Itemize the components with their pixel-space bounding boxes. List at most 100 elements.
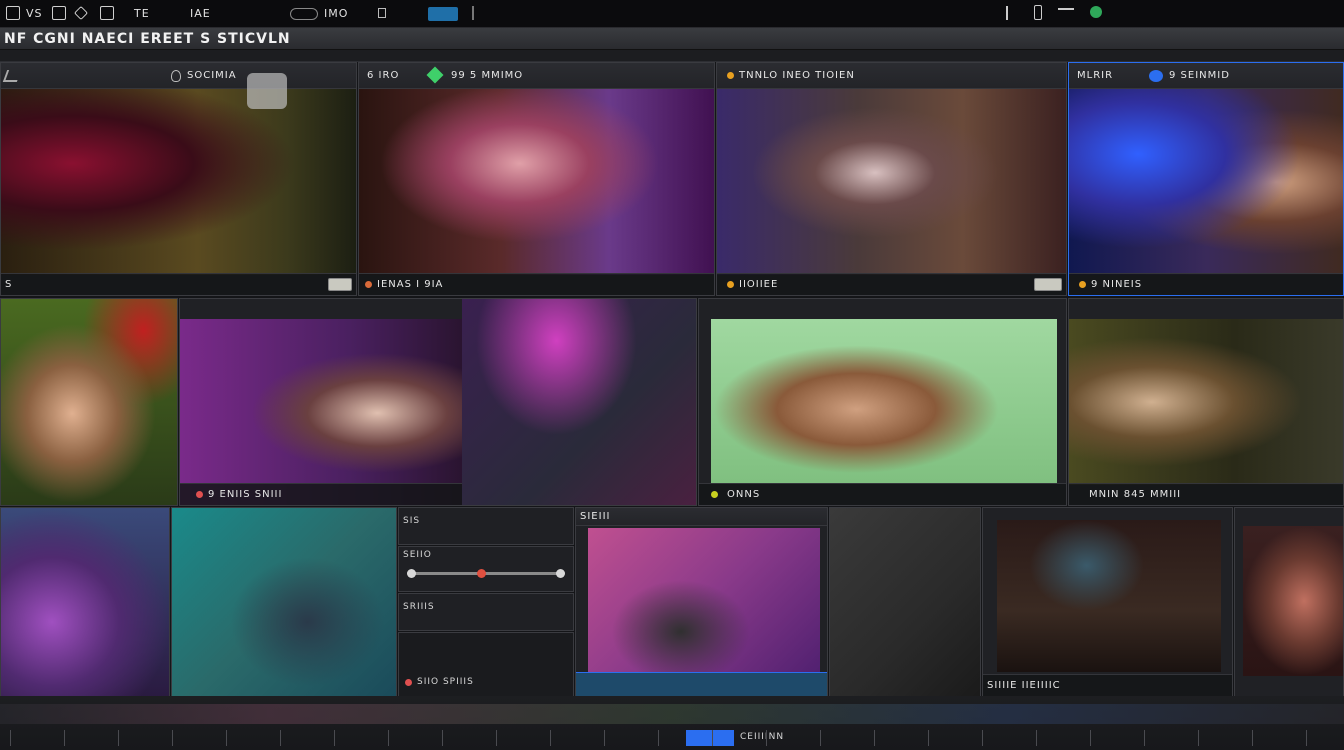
panel-footer: 9 NINEIS <box>1091 279 1143 290</box>
control-footer: SIIO SPIIIS <box>417 677 474 687</box>
menu-item[interactable]: VS <box>26 7 43 20</box>
app-title: NF CGNI NAECI EREET S STICVLN <box>4 31 291 47</box>
video-thumbnail <box>830 508 980 696</box>
status-dot <box>711 491 718 498</box>
video-panel-3[interactable]: TNNLO INEO TIOIEN IIOIIEE <box>716 62 1067 296</box>
video-thumbnail <box>1069 89 1343 275</box>
status-dot <box>727 281 734 288</box>
playhead[interactable] <box>686 730 734 746</box>
timeline-label: CEIIIINN <box>740 732 785 742</box>
panel-title: TNNLO INEO TIOIEN <box>739 70 855 81</box>
pin-icon[interactable] <box>52 6 66 20</box>
toggle-icon[interactable] <box>290 8 318 20</box>
video-panel-4[interactable]: MLRIR 9 SEINMID 9 NINEIS <box>1068 62 1344 296</box>
timeline-tick <box>820 730 821 746</box>
timeline-tick <box>64 730 65 746</box>
video-panel-5[interactable] <box>0 298 178 506</box>
panel-button[interactable] <box>1034 278 1062 291</box>
timeline-tick <box>334 730 335 746</box>
video-panel-13[interactable]: SIIIIE IIEIIIIC <box>982 507 1233 697</box>
phone-icon[interactable] <box>1034 5 1042 20</box>
control-label: SIS <box>403 516 421 526</box>
timeline-tick <box>712 730 713 746</box>
video-panel-6[interactable]: 9 ENIIS SNIII <box>179 298 697 506</box>
control-panel-2: SEIIO <box>398 546 574 592</box>
panel-title: 6 IRO <box>367 70 400 81</box>
logo-icon <box>2 70 22 82</box>
panel-footer: S <box>5 279 13 290</box>
panel-footer: MNIN 845 MMIII <box>1089 489 1182 500</box>
control-label: SRIIIS <box>403 602 435 612</box>
panel-footer: 9 ENIIS SNIII <box>208 489 283 500</box>
menu-item[interactable]: IAE <box>190 7 211 20</box>
timeline-tick <box>658 730 659 746</box>
timeline-tick <box>280 730 281 746</box>
panel-button[interactable] <box>328 278 352 291</box>
video-panel-10[interactable] <box>171 507 397 697</box>
slider-start-handle[interactable] <box>407 569 416 578</box>
video-thumbnail <box>1243 526 1343 676</box>
panel-title: MLRIR <box>1077 70 1114 81</box>
globe-icon <box>1149 70 1163 82</box>
video-thumbnail <box>172 508 396 696</box>
menu-item[interactable]: IMO <box>324 7 348 20</box>
square-icon[interactable] <box>378 8 386 18</box>
timeline-tick <box>172 730 173 746</box>
video-panel-8[interactable]: MNIN 845 MMIII <box>1068 298 1344 506</box>
video-panel-14[interactable] <box>1234 507 1344 697</box>
timeline-tick <box>928 730 929 746</box>
menu-bar: VS TE IAE IMO <box>0 0 1344 28</box>
timeline-tick <box>442 730 443 746</box>
slider-end-handle[interactable] <box>556 569 565 578</box>
video-overlay <box>462 299 696 505</box>
gear-icon[interactable] <box>1090 6 1102 18</box>
timeline-tick <box>550 730 551 746</box>
panel-subtitle: 9 SEINMID <box>1169 70 1230 81</box>
title-bar: NF CGNI NAECI EREET S STICVLN <box>0 28 1344 50</box>
video-panel-7[interactable]: ONNS <box>698 298 1067 506</box>
cursor-overlay <box>247 73 287 109</box>
bar-icon[interactable] <box>1058 8 1074 16</box>
diamond-icon <box>426 66 444 84</box>
flag-icon[interactable] <box>1006 6 1016 20</box>
video-panel-9[interactable] <box>0 507 170 697</box>
panel-title: SOCIMIA <box>187 70 237 81</box>
blue-tab[interactable] <box>428 7 458 21</box>
timeline[interactable]: CEIIIINN <box>0 696 1344 750</box>
video-thumbnail <box>588 528 820 676</box>
file-icon[interactable] <box>100 6 114 20</box>
control-panel-4: SIIO SPIIIS <box>398 632 574 697</box>
status-dot <box>405 679 412 686</box>
panel-footer: IIOIIEE <box>739 279 779 290</box>
video-panel-12[interactable] <box>829 507 981 697</box>
timeline-tick <box>118 730 119 746</box>
panel-subtitle: 99 5 MMIMO <box>451 70 524 81</box>
status-dot <box>727 72 734 79</box>
menu-item[interactable]: TE <box>134 7 150 20</box>
video-thumbnail <box>711 319 1057 483</box>
video-thumbnail <box>1 508 169 696</box>
slider-handle[interactable] <box>477 569 486 578</box>
cut-icon[interactable] <box>73 5 89 21</box>
video-panel-11[interactable]: SIEIII <box>575 507 828 697</box>
video-panel-1[interactable]: SOCIMIA S <box>0 62 357 296</box>
window-icon[interactable] <box>6 6 20 20</box>
video-thumbnail <box>180 319 462 505</box>
timeline-track[interactable] <box>0 704 1344 724</box>
timeline-slider[interactable] <box>407 569 565 578</box>
toolbar-strip <box>0 50 1344 62</box>
control-panel-1: SIS <box>398 507 574 545</box>
status-dot <box>196 491 203 498</box>
panel-footer: ONNS <box>727 489 761 500</box>
video-thumbnail <box>1 89 356 275</box>
status-dot <box>1079 281 1086 288</box>
timeline-tick <box>1252 730 1253 746</box>
timeline-tick <box>1036 730 1037 746</box>
timeline-tick <box>1306 730 1307 746</box>
video-thumbnail <box>997 520 1221 672</box>
video-thumbnail <box>1069 319 1343 485</box>
video-panel-2[interactable]: 6 IRO 99 5 MMIMO IENAS I 9IA <box>358 62 715 296</box>
timeline-tick <box>766 730 767 746</box>
progress-footer <box>576 672 827 696</box>
video-thumbnail <box>359 89 714 275</box>
